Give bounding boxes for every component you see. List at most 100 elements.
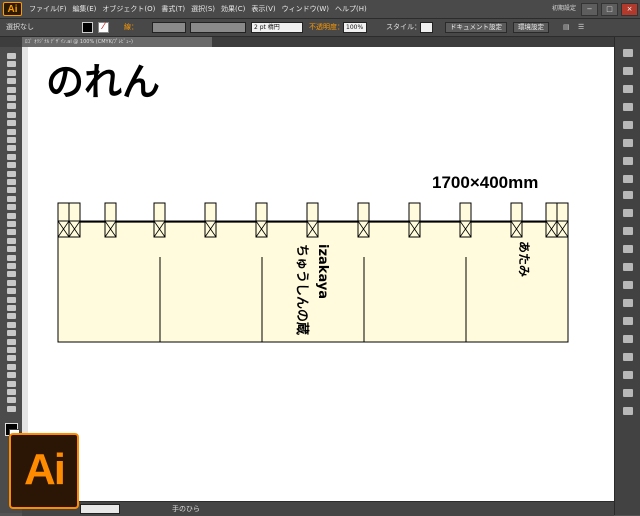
tool-icon[interactable]	[7, 53, 16, 59]
tool-icon[interactable]	[7, 170, 16, 177]
maximize-button[interactable]: □	[601, 3, 618, 16]
tool-icon[interactable]	[7, 380, 16, 387]
tool-icon[interactable]	[7, 137, 16, 143]
panel-icon[interactable]	[623, 281, 633, 289]
panel-icon[interactable]	[623, 103, 633, 111]
panel-icon[interactable]	[623, 175, 633, 183]
panel-icon[interactable]	[623, 407, 633, 415]
close-button[interactable]: ×	[621, 3, 638, 16]
status-tool: 手のひら	[172, 505, 200, 513]
tool-icon[interactable]	[7, 179, 16, 185]
workspace-switcher[interactable]: 初期設定	[552, 0, 576, 18]
tool-icon[interactable]	[7, 103, 16, 110]
menu-item[interactable]: 編集(E)	[70, 0, 100, 18]
tool-icon[interactable]	[7, 271, 16, 278]
tool-icon[interactable]	[7, 187, 16, 194]
menu-item[interactable]: 選択(S)	[188, 0, 218, 18]
tool-icon[interactable]	[7, 330, 16, 337]
panel-icon[interactable]	[623, 371, 633, 379]
hanging-loop	[306, 202, 319, 238]
stroke-weight-field[interactable]	[152, 22, 186, 33]
hanging-loop	[255, 202, 268, 238]
panel-icon[interactable]	[623, 85, 633, 93]
menu-item[interactable]: オブジェクト(O)	[99, 0, 158, 18]
variable-width-profile[interactable]	[190, 22, 246, 33]
tool-icon[interactable]	[7, 162, 16, 169]
panel-icon[interactable]	[623, 49, 633, 57]
document-tab[interactable]: ﾛｺﾞ ｵﾘｼﾞﾅﾙ ﾃﾞｻﾞｲﾝ.ai @ 100% (CMYK/ﾌﾟﾚﾋﾞｭ…	[22, 37, 212, 47]
panel-icon[interactable]	[623, 317, 633, 325]
tool-icon[interactable]	[7, 78, 16, 85]
fill-color-swatch[interactable]	[82, 22, 93, 33]
panel-icon[interactable]	[623, 227, 633, 235]
tool-icon[interactable]	[7, 279, 16, 286]
tool-icon[interactable]	[7, 221, 16, 227]
tool-icon[interactable]	[7, 372, 16, 379]
panel-icon[interactable]	[623, 389, 633, 397]
document-tab-bar: ﾛｺﾞ ｵﾘｼﾞﾅﾙ ﾃﾞｻﾞｲﾝ.ai @ 100% (CMYK/ﾌﾟﾚﾋﾞｭ…	[0, 37, 640, 47]
menu-item[interactable]: 表示(V)	[248, 0, 278, 18]
tool-icon[interactable]	[7, 111, 16, 118]
hanging-loop	[510, 202, 523, 238]
tool-icon[interactable]	[7, 204, 16, 211]
tool-icon[interactable]	[7, 246, 16, 253]
tool-icon[interactable]	[7, 86, 16, 93]
tool-icon[interactable]	[7, 95, 16, 101]
tool-icon[interactable]	[7, 145, 16, 152]
menu-item[interactable]: ファイル(F)	[26, 0, 70, 18]
menu-item[interactable]: ヘルプ(H)	[332, 0, 370, 18]
tool-icon[interactable]	[7, 305, 16, 311]
panel-icon[interactable]	[623, 245, 633, 253]
tool-icon[interactable]	[7, 405, 16, 412]
panel-icon[interactable]	[623, 139, 633, 147]
tool-icon[interactable]	[7, 355, 16, 362]
tool-icon[interactable]	[7, 338, 16, 345]
panel-icon[interactable]	[623, 299, 633, 307]
tool-icon[interactable]	[7, 296, 16, 303]
panel-icon[interactable]	[623, 353, 633, 361]
tool-icon[interactable]	[7, 229, 16, 236]
align-icon[interactable]: ▤	[563, 19, 570, 36]
artboard-canvas[interactable]: のれん 1700×400mm izakaya ちゅうしんの蔵 あたみ	[22, 47, 614, 501]
preferences-button[interactable]: 環境設定	[513, 22, 549, 33]
stroke-color-swatch[interactable]: ⁄	[98, 22, 109, 33]
panel-menu-icon[interactable]: ☰	[578, 19, 584, 36]
panels-dock	[614, 37, 640, 515]
panel-icon[interactable]	[623, 157, 633, 165]
opacity-field[interactable]: 100%	[343, 22, 367, 33]
tool-icon[interactable]	[7, 397, 16, 404]
menu-item[interactable]: ウィンドウ(W)	[279, 0, 332, 18]
document-setup-button[interactable]: ドキュメント設定	[445, 22, 507, 33]
panel-icon[interactable]	[623, 191, 633, 199]
tool-icon[interactable]	[7, 237, 16, 244]
tool-icon[interactable]	[7, 347, 16, 353]
tool-icon[interactable]	[7, 120, 16, 127]
tool-icon[interactable]	[7, 128, 16, 135]
panel-icon[interactable]	[623, 121, 633, 129]
tool-icon[interactable]	[7, 263, 16, 269]
tool-icon[interactable]	[7, 321, 16, 328]
panel-icon[interactable]	[623, 67, 633, 75]
tool-icon[interactable]	[7, 288, 16, 295]
minimize-button[interactable]: −	[581, 3, 598, 16]
menu-bar: Ai ファイル(F) 編集(E) オブジェクト(O) 書式(T) 選択(S) 効果(C) 表…	[0, 0, 640, 19]
tool-icon[interactable]	[7, 195, 16, 202]
panel-icon[interactable]	[623, 335, 633, 343]
main-menu: ファイル(F) 編集(E) オブジェクト(O) 書式(T) 選択(S) 効果(C) 表示(V…	[26, 0, 370, 18]
tool-icon[interactable]	[7, 61, 16, 68]
panel-icon[interactable]	[623, 263, 633, 271]
tool-icon[interactable]	[7, 153, 16, 160]
hanging-loop	[357, 202, 370, 238]
graphic-style-swatch[interactable]	[420, 22, 433, 33]
panel-icon[interactable]	[623, 209, 633, 217]
zoom-field[interactable]	[80, 504, 120, 514]
tool-icon[interactable]	[7, 389, 16, 395]
tool-icon[interactable]	[7, 69, 16, 76]
menu-item[interactable]: 書式(T)	[158, 0, 188, 18]
tool-icon[interactable]	[7, 313, 16, 320]
menu-item[interactable]: 効果(C)	[218, 0, 248, 18]
brush-definition-field[interactable]: 2 pt 楕円	[251, 22, 303, 33]
tool-icon[interactable]	[7, 363, 16, 370]
tool-icon[interactable]	[7, 212, 16, 219]
tool-icon[interactable]	[7, 254, 16, 261]
